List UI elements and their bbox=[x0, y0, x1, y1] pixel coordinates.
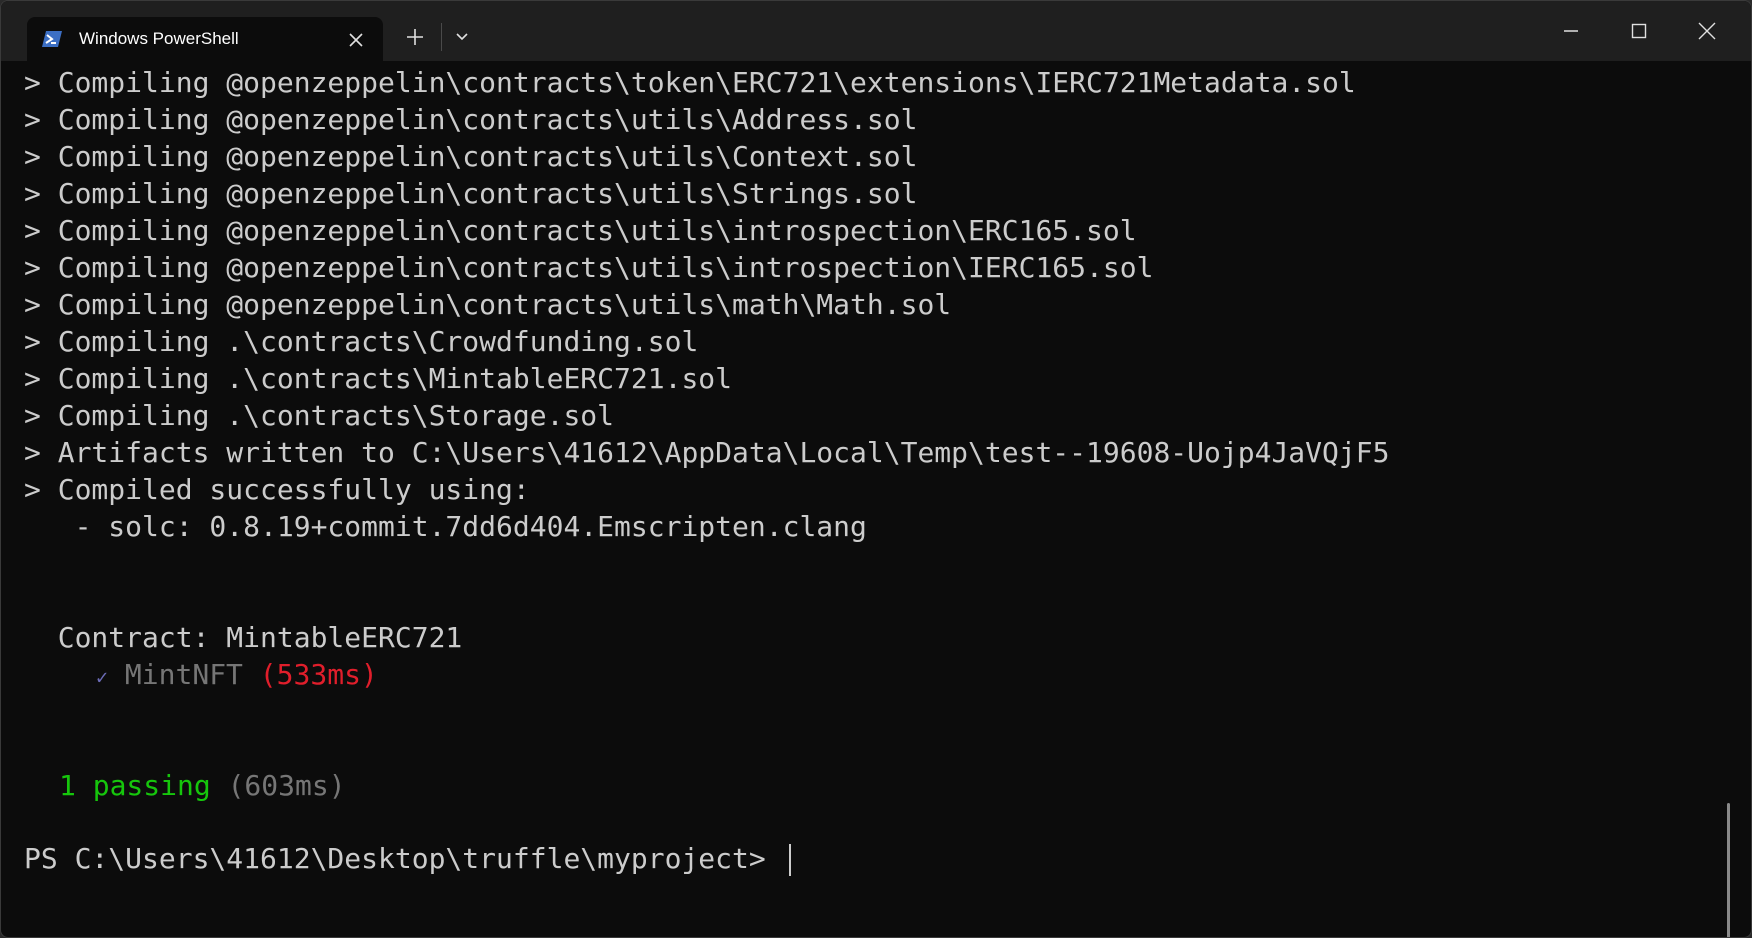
terminal-window: Windows PowerShell > Compiling @openzepp… bbox=[0, 0, 1752, 938]
prompt-text: PS C:\Users\41612\Desktop\truffle\myproj… bbox=[24, 842, 783, 875]
maximize-icon bbox=[1631, 23, 1647, 39]
test-duration: (533ms) bbox=[259, 658, 378, 691]
text-cursor bbox=[788, 844, 791, 876]
title-bar: Windows PowerShell bbox=[1, 1, 1751, 63]
summary-line: 1 passing (603ms) bbox=[59, 768, 346, 804]
tab-powershell[interactable]: Windows PowerShell bbox=[27, 17, 383, 63]
test-result-line: ✓ MintNFT (533ms) bbox=[96, 657, 378, 693]
tab-close-button[interactable] bbox=[341, 25, 371, 55]
prompt-line[interactable]: PS C:\Users\41612\Desktop\truffle\myproj… bbox=[24, 841, 791, 877]
output-line: > Compiling .\contracts\MintableERC721.s… bbox=[24, 362, 733, 395]
output-line: > Compiling @openzeppelin\contracts\toke… bbox=[24, 66, 1356, 99]
output-line: > Compiling @openzeppelin\contracts\util… bbox=[24, 251, 1154, 284]
output-line: > Artifacts written to C:\Users\41612\Ap… bbox=[24, 436, 1390, 469]
output-line: > Compiling @openzeppelin\contracts\util… bbox=[24, 288, 952, 321]
maximize-button[interactable] bbox=[1609, 11, 1669, 51]
tab-dropdown-button[interactable] bbox=[447, 21, 477, 53]
output-line: > Compiling @openzeppelin\contracts\util… bbox=[24, 214, 1137, 247]
minimize-button[interactable] bbox=[1541, 11, 1601, 51]
output-line: > Compiling .\contracts\Crowdfunding.sol bbox=[24, 325, 699, 358]
tab-separator bbox=[441, 23, 442, 51]
test-name: MintNFT bbox=[124, 658, 243, 691]
close-icon bbox=[349, 33, 363, 47]
terminal-output[interactable]: > Compiling @openzeppelin\contracts\toke… bbox=[1, 61, 1731, 937]
close-icon bbox=[1698, 22, 1716, 40]
tab-title: Windows PowerShell bbox=[79, 29, 239, 48]
output-line: > Compiling @openzeppelin\contracts\util… bbox=[24, 140, 918, 173]
output-line: > Compiling @openzeppelin\contracts\util… bbox=[24, 177, 918, 210]
scrollbar-thumb[interactable] bbox=[1727, 803, 1730, 937]
plus-icon bbox=[407, 29, 423, 45]
output-line: - solc: 0.8.19+commit.7dd6d404.Emscripte… bbox=[24, 510, 867, 543]
output-line: > Compiling @openzeppelin\contracts\util… bbox=[24, 103, 918, 136]
output-line: > Compiled successfully using: bbox=[24, 473, 530, 506]
summary-duration: (603ms) bbox=[227, 769, 346, 802]
minimize-icon bbox=[1564, 30, 1578, 32]
powershell-icon bbox=[41, 28, 63, 50]
window-close-button[interactable] bbox=[1677, 11, 1737, 51]
check-icon: ✓ bbox=[96, 665, 109, 689]
output-line: > Compiling .\contracts\Storage.sol bbox=[24, 399, 615, 432]
new-tab-button[interactable] bbox=[395, 21, 435, 53]
chevron-down-icon bbox=[456, 33, 468, 41]
passing-count: 1 passing bbox=[59, 769, 211, 802]
contract-line: Contract: MintableERC721 bbox=[24, 621, 463, 654]
